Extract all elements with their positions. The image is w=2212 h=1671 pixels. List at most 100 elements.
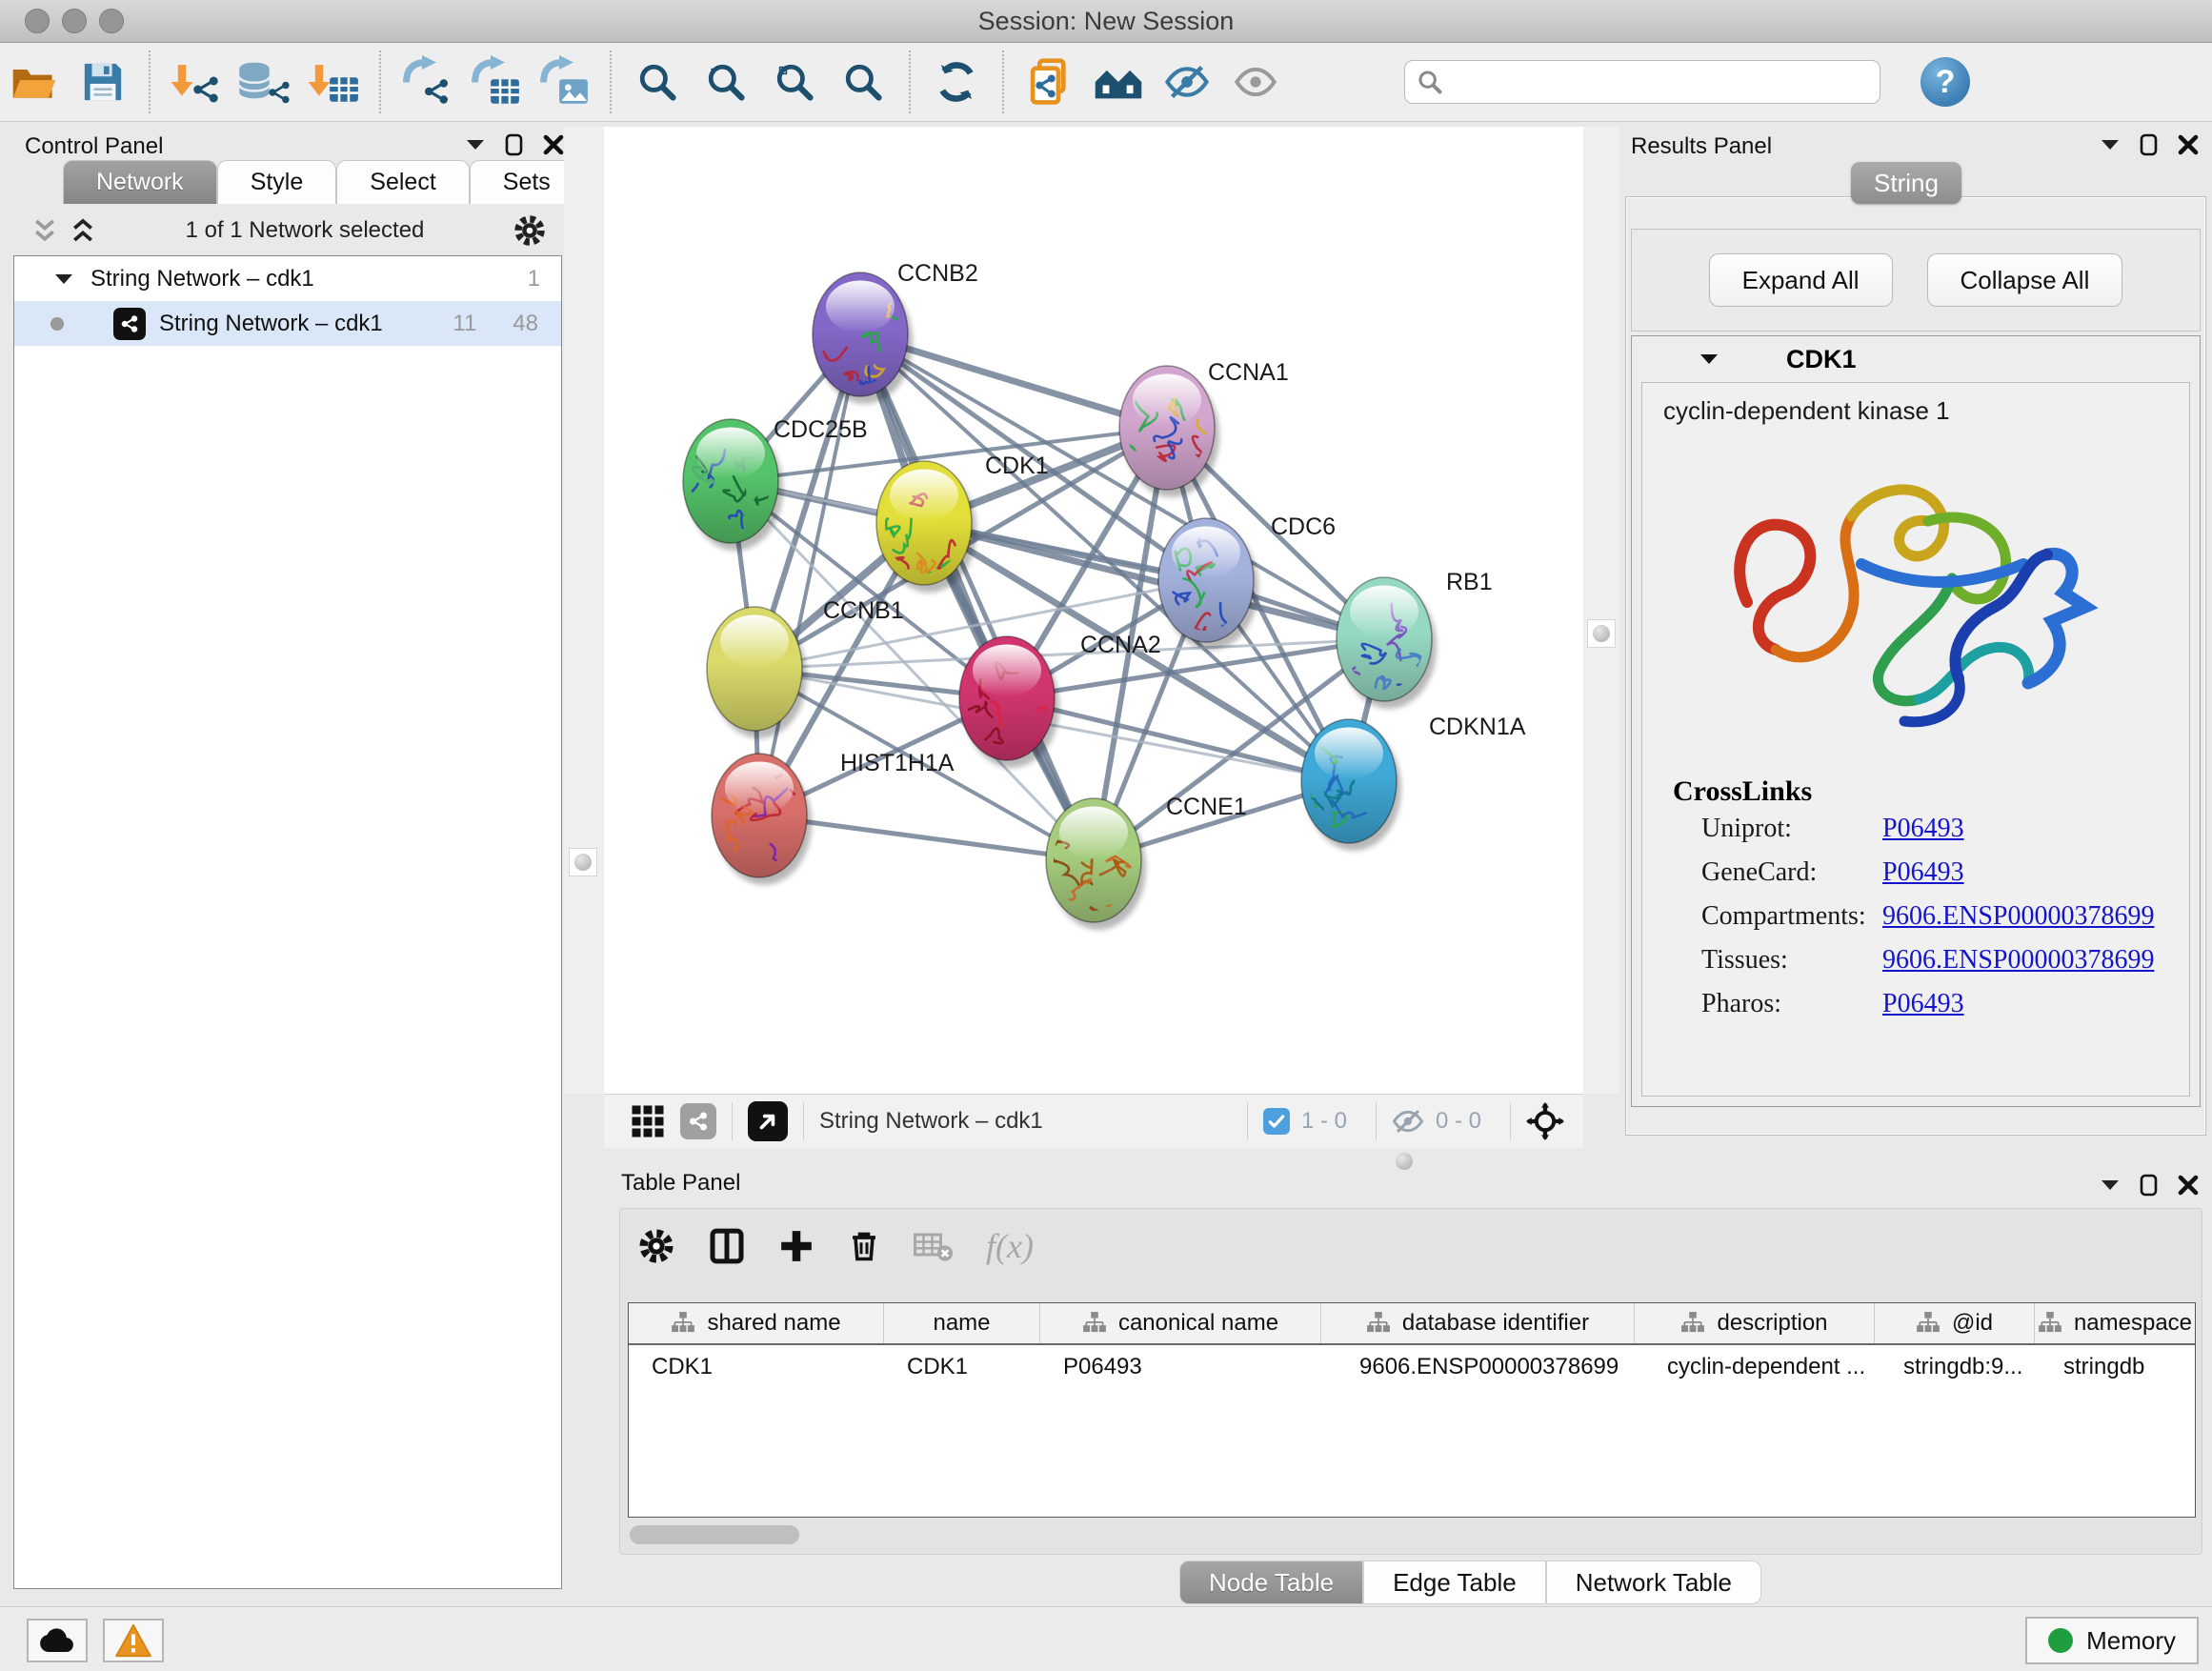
tab-network-table[interactable]: Network Table	[1546, 1560, 1761, 1604]
panel-menu-icon[interactable]	[2100, 137, 2121, 152]
selected-checkbox[interactable]	[1263, 1108, 1290, 1135]
right-splitter[interactable]	[1583, 127, 1619, 1094]
crosslink-genecard[interactable]: P06493	[1882, 857, 1964, 888]
left-splitter-handle[interactable]	[569, 848, 597, 876]
float-panel-icon[interactable]	[505, 133, 524, 156]
cdk1-section-header[interactable]: CDK1	[1632, 336, 2200, 382]
delete-table-icon[interactable]	[914, 1229, 954, 1263]
column-header[interactable]: shared name	[629, 1303, 884, 1343]
crosslink-label: Pharos:	[1701, 989, 1882, 1019]
crosslink-compartments[interactable]: 9606.ENSP00000378699	[1882, 901, 2154, 932]
edge-CCNB2-HIST1H1A[interactable]	[759, 334, 860, 815]
left-splitter[interactable]	[564, 127, 604, 1094]
apply-layout-button[interactable]	[922, 49, 991, 115]
node-table[interactable]: shared name name canonical name database…	[628, 1302, 2196, 1518]
node-CDKN1A[interactable]	[1297, 719, 1401, 851]
close-panel-icon[interactable]	[2178, 1175, 2199, 1196]
import-table-button[interactable]	[299, 49, 368, 115]
close-window-icon[interactable]	[25, 9, 50, 33]
function-builder-icon[interactable]: f(x)	[986, 1226, 1034, 1266]
float-panel-icon[interactable]	[2140, 133, 2159, 156]
crosslink-uniprot[interactable]: P06493	[1882, 814, 1964, 844]
clone-network-button[interactable]	[1016, 49, 1084, 115]
add-column-icon[interactable]	[778, 1228, 814, 1264]
collapse-all-icon[interactable]	[69, 216, 97, 245]
import-network-from-database-button[interactable]	[231, 49, 299, 115]
node-CCNB1[interactable]	[707, 607, 807, 738]
column-header[interactable]: description	[1635, 1303, 1875, 1343]
network-canvas[interactable]: CCNB2CCNA1CDC25BCDK1CDC6RB1CCNB1CCNA2CDK…	[604, 127, 1583, 1094]
column-header[interactable]: canonical name	[1040, 1303, 1321, 1343]
tab-network[interactable]: Network	[63, 160, 217, 204]
bottom-splitter-handle[interactable]	[1396, 1153, 1413, 1170]
crosslink-tissues[interactable]: 9606.ENSP00000378699	[1882, 945, 2154, 976]
tab-edge-table[interactable]: Edge Table	[1363, 1560, 1546, 1604]
gear-icon[interactable]	[637, 1227, 675, 1265]
first-neighbors-button[interactable]	[1084, 49, 1153, 115]
birdseye-crosshair-icon[interactable]	[1526, 1102, 1564, 1140]
zoom-selected-button[interactable]	[829, 49, 897, 115]
column-header[interactable]: name	[884, 1303, 1040, 1343]
tab-select[interactable]: Select	[336, 160, 469, 204]
node-RB1[interactable]	[1337, 577, 1437, 720]
zoom-window-icon[interactable]	[99, 9, 124, 33]
columns-icon[interactable]	[708, 1227, 746, 1265]
collapse-triangle-icon[interactable]	[1699, 352, 1719, 367]
zoom-fit-button[interactable]	[760, 49, 829, 115]
network-selection-row: 1 of 1 Network selected	[13, 206, 562, 255]
crosslink-pharos[interactable]: P06493	[1882, 989, 1964, 1019]
search-input[interactable]	[1443, 69, 1853, 95]
expand-all-icon[interactable]	[30, 216, 59, 245]
node-CCNB2[interactable]	[813, 272, 913, 404]
panel-menu-icon[interactable]	[2100, 1178, 2121, 1193]
import-network-button[interactable]	[162, 49, 231, 115]
node-CDC6[interactable]	[1158, 518, 1258, 652]
save-session-button[interactable]	[69, 49, 137, 115]
grid-view-icon[interactable]	[631, 1104, 665, 1138]
right-splitter-handle[interactable]	[1587, 619, 1616, 648]
zoom-in-button[interactable]: +	[623, 49, 692, 115]
zoom-in-icon: +	[636, 61, 678, 103]
node-HIST1H1A[interactable]	[706, 754, 812, 885]
network-collection-row[interactable]: String Network – cdk1 1	[14, 256, 561, 301]
close-panel-icon[interactable]	[543, 134, 564, 155]
table-header-row: shared name name canonical name database…	[629, 1303, 2195, 1345]
collapse-triangle-icon[interactable]	[54, 272, 73, 286]
hide-selected-button[interactable]	[1153, 49, 1221, 115]
horizontal-scrollbar-thumb[interactable]	[630, 1525, 799, 1544]
help-button[interactable]: ?	[1920, 57, 1970, 107]
memory-button[interactable]: Memory	[2025, 1617, 2199, 1664]
window-controls[interactable]	[25, 9, 124, 33]
network-row[interactable]: String Network – cdk1 11 48	[14, 301, 561, 346]
close-panel-icon[interactable]	[2178, 134, 2199, 155]
open-session-button[interactable]	[0, 49, 69, 115]
show-all-button[interactable]	[1221, 49, 1290, 115]
detach-view-icon[interactable]	[748, 1101, 788, 1141]
zoom-out-button[interactable]: −	[692, 49, 760, 115]
export-network-button[interactable]	[392, 49, 461, 115]
float-panel-icon[interactable]	[2140, 1174, 2159, 1197]
column-header[interactable]: namespace	[2035, 1303, 2195, 1343]
minimize-window-icon[interactable]	[62, 9, 87, 33]
table-row[interactable]: CDK1 CDK1 P06493 9606.ENSP00000378699 cy…	[629, 1345, 2195, 1389]
share-view-icon[interactable]	[680, 1103, 716, 1139]
tab-node-table[interactable]: Node Table	[1179, 1560, 1363, 1604]
node-CCNE1[interactable]	[1046, 798, 1146, 930]
column-header[interactable]: @id	[1875, 1303, 2035, 1343]
warnings-button[interactable]	[103, 1619, 164, 1662]
export-image-button[interactable]	[530, 49, 598, 115]
gear-icon[interactable]	[513, 213, 547, 248]
collapse-all-button[interactable]: Collapse All	[1927, 253, 2123, 307]
cloud-status-button[interactable]	[27, 1619, 88, 1662]
node-CDK1[interactable]	[876, 461, 976, 593]
tab-string[interactable]: String	[1851, 162, 1961, 204]
hidden-eye-slash-icon[interactable]	[1392, 1107, 1424, 1136]
export-table-button[interactable]	[461, 49, 530, 115]
toolbar-search[interactable]	[1404, 60, 1880, 104]
panel-menu-icon[interactable]	[465, 137, 486, 152]
expand-all-button[interactable]: Expand All	[1709, 253, 1893, 307]
node-CDC25B[interactable]	[658, 419, 783, 551]
delete-column-icon[interactable]	[847, 1227, 881, 1265]
tab-style[interactable]: Style	[217, 160, 337, 204]
column-header[interactable]: database identifier	[1321, 1303, 1635, 1343]
